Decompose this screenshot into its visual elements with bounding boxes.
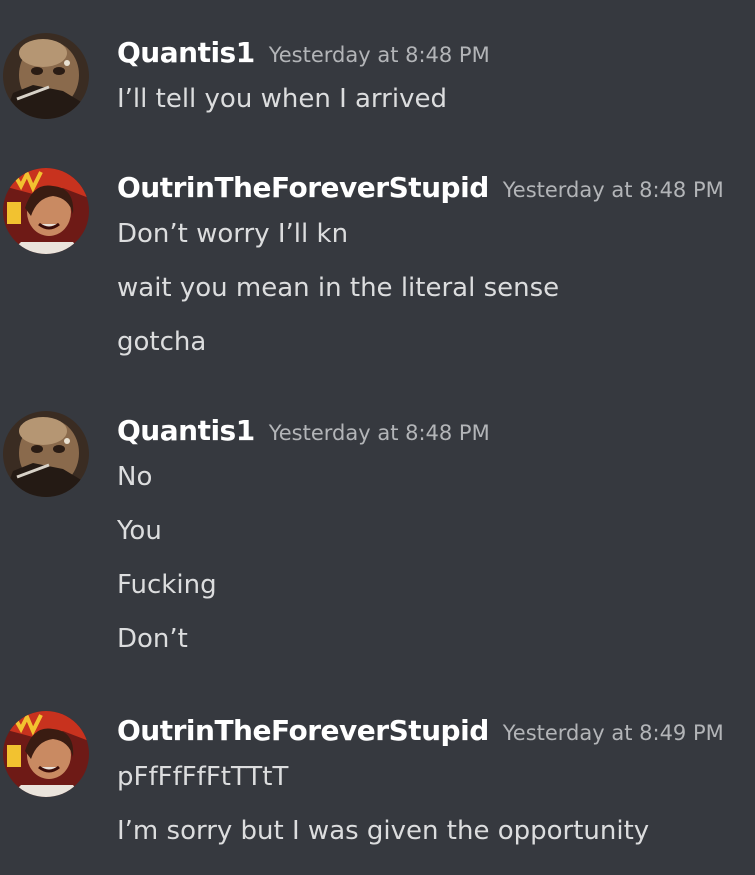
timestamp: Yesterday at 8:48 PM [268, 43, 490, 67]
message-header: OutrinTheForeverStupid Yesterday at 8:48 … [117, 168, 724, 208]
username[interactable]: Quantis1 [117, 36, 255, 69]
message-text: wait you mean in the literal sense [117, 273, 560, 303]
message-text: I’m sorry but I was given the opportunit… [117, 816, 650, 846]
message-text: No [117, 462, 153, 492]
chat-log: Quantis1 Yesterday at 8:48 PM I’ll tell y… [0, 0, 755, 875]
username[interactable]: OutrinTheForeverStupid [117, 714, 489, 747]
timestamp: Yesterday at 8:49 PM [502, 721, 724, 745]
avatar[interactable] [3, 411, 89, 497]
message-text: I’ll tell you when I arrived [117, 84, 447, 114]
timestamp: Yesterday at 8:48 PM [502, 178, 724, 202]
message-text: Don’t [117, 624, 188, 654]
avatar[interactable] [3, 168, 89, 254]
message-text: You [117, 516, 162, 546]
message-text: pFfFfFfFtTTtT [117, 762, 289, 792]
message-text: gotcha [117, 327, 207, 357]
message-header: Quantis1 Yesterday at 8:48 PM [117, 411, 490, 451]
avatar[interactable] [3, 711, 89, 797]
username[interactable]: OutrinTheForeverStupid [117, 171, 489, 204]
username[interactable]: Quantis1 [117, 414, 255, 447]
message-text: Fucking [117, 570, 217, 600]
avatar[interactable] [3, 33, 89, 119]
message-header: Quantis1 Yesterday at 8:48 PM [117, 33, 490, 73]
timestamp: Yesterday at 8:48 PM [268, 421, 490, 445]
message-header: OutrinTheForeverStupid Yesterday at 8:49 … [117, 711, 724, 751]
message-text: Don’t worry I’ll kn [117, 219, 349, 249]
